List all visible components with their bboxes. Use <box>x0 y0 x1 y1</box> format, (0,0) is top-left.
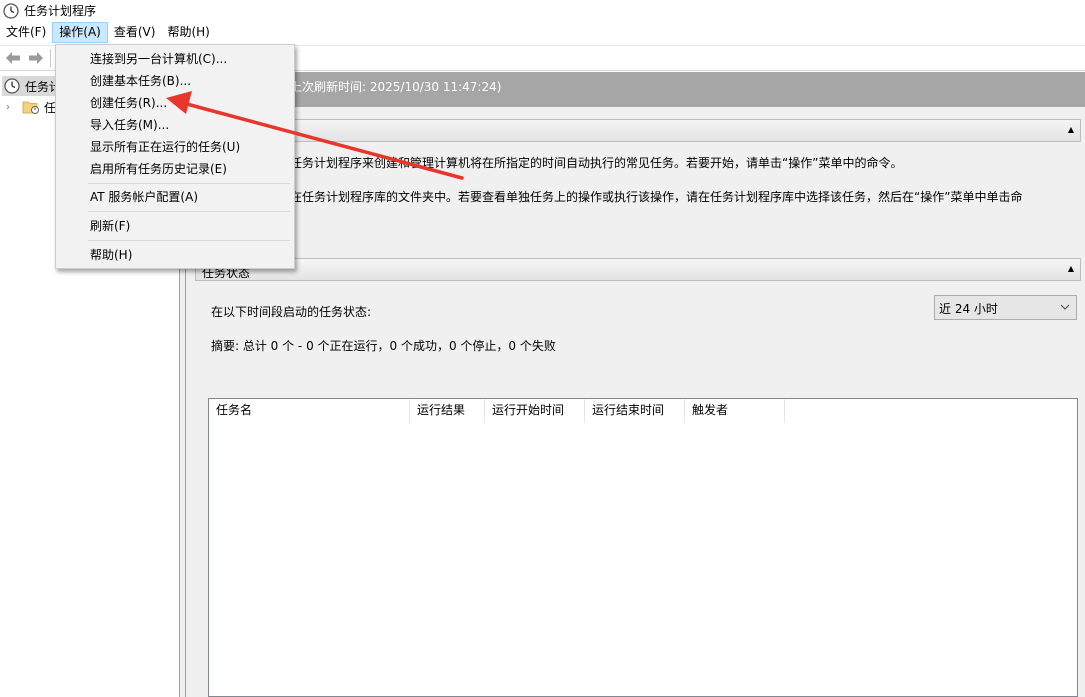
collapse-up-icon[interactable]: ▲ <box>1068 125 1074 134</box>
clock-icon <box>3 2 19 19</box>
folder-clock-icon <box>22 101 39 114</box>
toolbar-separator <box>50 49 51 67</box>
menu-item-help[interactable]: 帮助(H) <box>58 244 292 266</box>
chevron-right-icon[interactable]: › <box>6 102 18 113</box>
column-header-run-result[interactable]: 运行结果 <box>410 399 485 423</box>
tree-item-task-library[interactable]: › 任 <box>6 97 56 117</box>
menu-file[interactable]: 文件(F) <box>0 22 52 43</box>
clock-icon <box>4 78 20 94</box>
period-select[interactable]: 近 24 小时 <box>934 295 1077 320</box>
menu-bar: 文件(F) 操作(A) 查看(V) 帮助(H) <box>0 21 1085 44</box>
menu-separator <box>88 183 290 184</box>
menu-item-create-basic-task[interactable]: 创建基本任务(B)... <box>58 70 292 92</box>
menu-item-import-task[interactable]: 导入任务(M)... <box>58 114 292 136</box>
menu-item-at-account-config[interactable]: AT 服务帐户配置(A) <box>58 186 292 208</box>
back-button[interactable] <box>3 48 23 68</box>
overview-section-header[interactable]: ▲ <box>195 119 1081 142</box>
column-header-task-name[interactable]: 任务名 <box>209 399 410 423</box>
collapse-up-icon[interactable]: ▲ <box>1068 264 1074 273</box>
menu-view[interactable]: 查看(V) <box>108 22 162 43</box>
task-status-section-body: 在以下时间段启动的任务状态: 近 24 小时 摘要: 总计 0 个 - 0 个正… <box>195 281 1081 697</box>
period-label: 在以下时间段启动的任务状态: <box>211 305 372 319</box>
menu-action[interactable]: 操作(A) <box>52 22 108 43</box>
chevron-down-icon <box>1060 304 1070 310</box>
action-menu-dropdown: 连接到另一台计算机(C)... 创建基本任务(B)... 创建任务(R)... … <box>55 44 295 269</box>
overview-line-1: 任务计划程序来创建和管理计算机将在所指定的时间自动执行的常见任务。若要开始，请单… <box>290 156 903 170</box>
column-header-triggered-by[interactable]: 触发者 <box>685 399 785 423</box>
column-header-run-end[interactable]: 运行结束时间 <box>585 399 685 423</box>
overview-line-2: 在任务计划程序库的文件夹中。若要查看单独任务上的操作或执行该操作，请在任务计划程… <box>290 190 1023 204</box>
status-summary: 摘要: 总计 0 个 - 0 个正在运行，0 个成功，0 个停止，0 个失败 <box>211 339 556 353</box>
overview-section-body: 任务计划程序来创建和管理计算机将在所指定的时间自动执行的常见任务。若要开始，请单… <box>195 142 1081 247</box>
back-arrow-icon <box>6 52 20 64</box>
menu-item-enable-history[interactable]: 启用所有任务历史记录(E) <box>58 158 292 180</box>
refresh-time-text: 上次刷新时间: 2025/10/30 11:47:24) <box>290 80 502 94</box>
menu-item-show-running[interactable]: 显示所有正在运行的任务(U) <box>58 136 292 158</box>
column-header-run-start[interactable]: 运行开始时间 <box>485 399 585 423</box>
window-title: 任务计划程序 <box>24 4 97 18</box>
title-bar: 任务计划程序 <box>0 0 1085 21</box>
period-select-value: 近 24 小时 <box>939 302 998 316</box>
menu-item-connect-computer[interactable]: 连接到另一台计算机(C)... <box>58 48 292 70</box>
forward-button[interactable] <box>26 48 46 68</box>
menu-item-refresh[interactable]: 刷新(F) <box>58 215 292 237</box>
task-status-table: 任务名 运行结果 运行开始时间 运行结束时间 触发者 <box>208 398 1078 697</box>
menu-item-create-task[interactable]: 创建任务(R)... <box>58 92 292 114</box>
menu-separator <box>88 211 290 212</box>
task-status-section-header[interactable]: 任务状态 ▲ <box>195 258 1081 281</box>
main-content: 上次刷新时间: 2025/10/30 11:47:24) ▲ 任务计划程序来创建… <box>186 72 1085 697</box>
menu-separator <box>88 240 290 241</box>
refresh-info-bar: 上次刷新时间: 2025/10/30 11:47:24) <box>186 72 1085 107</box>
menu-help[interactable]: 帮助(H) <box>161 22 215 43</box>
forward-arrow-icon <box>29 52 43 64</box>
